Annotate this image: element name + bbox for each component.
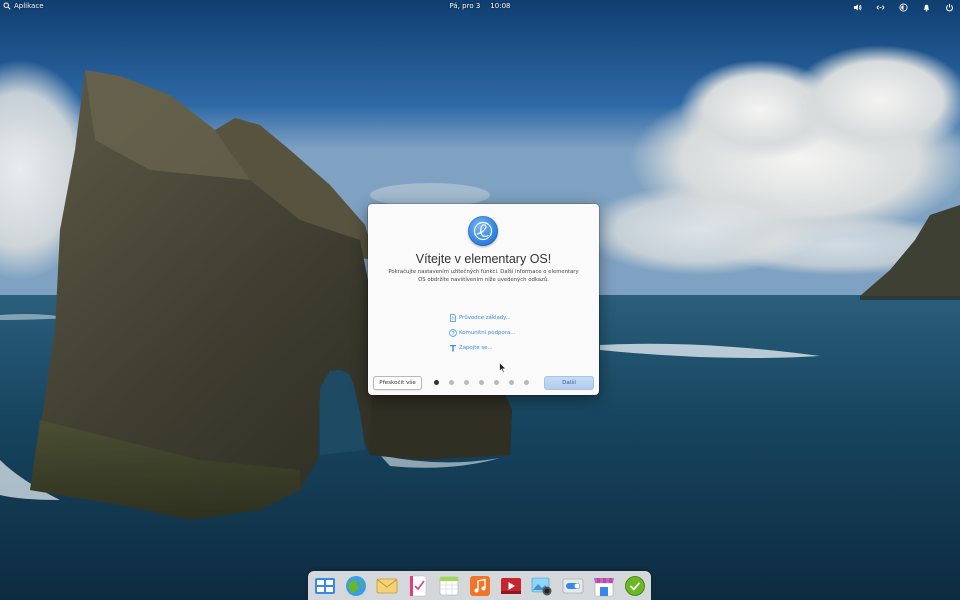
welcome-dialog: Vítejte v elementary OS! Pokračujte nast… <box>368 204 599 395</box>
mouse-pointer-icon <box>499 362 507 374</box>
page-dot-1[interactable] <box>434 380 439 385</box>
link-label: Komunitní podpora... <box>459 329 516 336</box>
page-dot-7[interactable] <box>524 380 529 385</box>
page-dot-3[interactable] <box>464 380 469 385</box>
volume-icon[interactable] <box>852 2 862 12</box>
web-browser-icon[interactable] <box>344 574 368 598</box>
power-icon[interactable] <box>944 2 954 12</box>
dialog-description: Pokračujte nastavením užitečných funkcí.… <box>388 269 579 283</box>
link-label: Zapojte se... <box>459 344 493 351</box>
date-label: Pá, pro 3 <box>449 2 481 10</box>
photos-icon[interactable] <box>530 574 554 598</box>
link-basics-guide[interactable]: Průvodce základy... <box>449 310 515 325</box>
page-dot-4[interactable] <box>479 380 484 385</box>
applications-label: Aplikace <box>14 2 44 10</box>
installer-icon[interactable] <box>623 574 647 598</box>
indicator-area <box>852 2 954 12</box>
dialog-title: Vítejte v elementary OS! <box>415 252 552 266</box>
applications-menu[interactable]: Aplikace <box>3 2 44 10</box>
music-icon[interactable] <box>468 574 492 598</box>
top-panel: Aplikace Pá, pro 3 10:08 <box>0 0 960 14</box>
link-get-involved[interactable]: Zapojte se... <box>449 340 515 355</box>
help-links: Průvodce základy... Komunitní podpora...… <box>449 310 515 355</box>
document-icon <box>450 313 456 322</box>
help-icon <box>449 328 457 337</box>
page-indicator <box>434 380 529 385</box>
date-time[interactable]: Pá, pro 3 10:08 <box>0 2 960 10</box>
videos-icon[interactable] <box>499 574 523 598</box>
next-button[interactable]: Další <box>544 376 594 390</box>
skip-all-button[interactable]: Přeskočit vše <box>373 376 422 390</box>
page-dot-6[interactable] <box>509 380 514 385</box>
notifications-icon[interactable] <box>921 2 931 12</box>
page-dot-5[interactable] <box>494 380 499 385</box>
multitasking-view-icon[interactable] <box>313 574 337 598</box>
night-light-icon[interactable] <box>898 2 908 12</box>
search-icon <box>3 2 11 10</box>
time-label: 10:08 <box>490 2 511 10</box>
dock <box>308 571 651 600</box>
link-community-support[interactable]: Komunitní podpora... <box>449 325 515 340</box>
appcenter-icon[interactable] <box>592 574 616 598</box>
page-dot-2[interactable] <box>449 380 454 385</box>
settings-icon[interactable] <box>561 574 585 598</box>
tasks-icon[interactable] <box>406 574 430 598</box>
elementary-logo-icon <box>468 216 498 246</box>
link-label: Průvodce základy... <box>459 314 511 321</box>
mail-icon[interactable] <box>375 574 399 598</box>
network-icon[interactable] <box>875 2 885 12</box>
tools-icon <box>450 344 456 351</box>
calendar-icon[interactable] <box>437 574 461 598</box>
